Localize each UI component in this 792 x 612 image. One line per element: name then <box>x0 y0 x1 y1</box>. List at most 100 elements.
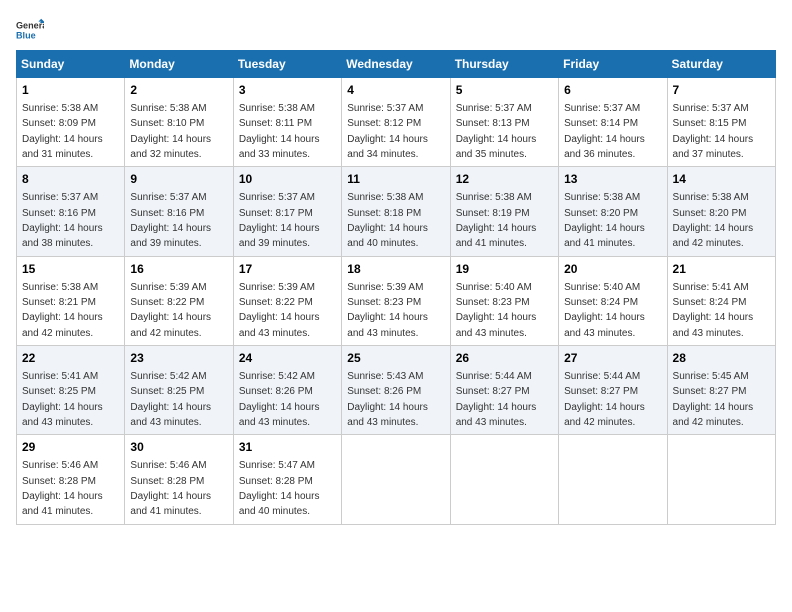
day-number: 9 <box>130 171 227 188</box>
day-info: Sunrise: 5:37 AMSunset: 8:16 PMDaylight:… <box>130 192 211 249</box>
day-info: Sunrise: 5:39 AMSunset: 8:22 PMDaylight:… <box>239 282 320 339</box>
calendar-cell: 10 Sunrise: 5:37 AMSunset: 8:17 PMDayligh… <box>233 167 341 256</box>
calendar-cell: 3 Sunrise: 5:38 AMSunset: 8:11 PMDaylight… <box>233 78 341 167</box>
logo: General Blue <box>16 16 44 44</box>
day-number: 22 <box>22 350 119 367</box>
day-info: Sunrise: 5:46 AMSunset: 8:28 PMDaylight:… <box>22 460 103 517</box>
day-number: 7 <box>673 82 770 99</box>
day-info: Sunrise: 5:38 AMSunset: 8:20 PMDaylight:… <box>673 192 754 249</box>
day-number: 5 <box>456 82 553 99</box>
calendar-cell <box>450 435 558 524</box>
calendar-header-wednesday: Wednesday <box>342 51 450 78</box>
day-info: Sunrise: 5:37 AMSunset: 8:12 PMDaylight:… <box>347 103 428 160</box>
day-number: 10 <box>239 171 336 188</box>
calendar-cell: 23 Sunrise: 5:42 AMSunset: 8:25 PMDayligh… <box>125 346 233 435</box>
day-number: 6 <box>564 82 661 99</box>
calendar-cell: 31 Sunrise: 5:47 AMSunset: 8:28 PMDayligh… <box>233 435 341 524</box>
calendar-cell: 14 Sunrise: 5:38 AMSunset: 8:20 PMDayligh… <box>667 167 775 256</box>
calendar-cell: 7Sunrise: 5:37 AMSunset: 8:15 PMDaylight… <box>667 78 775 167</box>
day-info: Sunrise: 5:46 AMSunset: 8:28 PMDaylight:… <box>130 460 211 517</box>
calendar-cell: 2 Sunrise: 5:38 AMSunset: 8:10 PMDaylight… <box>125 78 233 167</box>
calendar-cell: 6 Sunrise: 5:37 AMSunset: 8:14 PMDaylight… <box>559 78 667 167</box>
day-number: 20 <box>564 261 661 278</box>
calendar-cell: 12 Sunrise: 5:38 AMSunset: 8:19 PMDayligh… <box>450 167 558 256</box>
calendar-cell <box>559 435 667 524</box>
day-info: Sunrise: 5:37 AMSunset: 8:14 PMDaylight:… <box>564 103 645 160</box>
calendar-cell: 30 Sunrise: 5:46 AMSunset: 8:28 PMDayligh… <box>125 435 233 524</box>
day-number: 17 <box>239 261 336 278</box>
day-number: 25 <box>347 350 444 367</box>
day-number: 11 <box>347 171 444 188</box>
day-number: 23 <box>130 350 227 367</box>
calendar-header-tuesday: Tuesday <box>233 51 341 78</box>
calendar-cell: 17 Sunrise: 5:39 AMSunset: 8:22 PMDayligh… <box>233 256 341 345</box>
day-number: 18 <box>347 261 444 278</box>
calendar-cell: 20 Sunrise: 5:40 AMSunset: 8:24 PMDayligh… <box>559 256 667 345</box>
day-number: 13 <box>564 171 661 188</box>
calendar-cell: 24Sunrise: 5:42 AMSunset: 8:26 PMDayligh… <box>233 346 341 435</box>
day-number: 19 <box>456 261 553 278</box>
day-number: 12 <box>456 171 553 188</box>
day-number: 14 <box>673 171 770 188</box>
calendar-cell: 22 Sunrise: 5:41 AMSunset: 8:25 PMDayligh… <box>17 346 125 435</box>
calendar-cell <box>342 435 450 524</box>
calendar-row-0: 1Sunrise: 5:38 AMSunset: 8:09 PMDaylight… <box>17 78 776 167</box>
day-info: Sunrise: 5:38 AMSunset: 8:19 PMDaylight:… <box>456 192 537 249</box>
svg-text:Blue: Blue <box>16 30 36 40</box>
calendar-row-1: 8 Sunrise: 5:37 AMSunset: 8:16 PMDaylight… <box>17 167 776 256</box>
day-number: 29 <box>22 439 119 456</box>
day-number: 1 <box>22 82 119 99</box>
day-number: 26 <box>456 350 553 367</box>
calendar-header-saturday: Saturday <box>667 51 775 78</box>
calendar-cell: 19Sunrise: 5:40 AMSunset: 8:23 PMDayligh… <box>450 256 558 345</box>
day-info: Sunrise: 5:38 AMSunset: 8:20 PMDaylight:… <box>564 192 645 249</box>
day-info: Sunrise: 5:38 AMSunset: 8:11 PMDaylight:… <box>239 103 320 160</box>
day-info: Sunrise: 5:38 AMSunset: 8:21 PMDaylight:… <box>22 282 103 339</box>
calendar-cell: 9 Sunrise: 5:37 AMSunset: 8:16 PMDaylight… <box>125 167 233 256</box>
day-number: 3 <box>239 82 336 99</box>
day-number: 28 <box>673 350 770 367</box>
calendar-cell: 27 Sunrise: 5:44 AMSunset: 8:27 PMDayligh… <box>559 346 667 435</box>
day-number: 21 <box>673 261 770 278</box>
day-number: 8 <box>22 171 119 188</box>
calendar-cell: 16Sunrise: 5:39 AMSunset: 8:22 PMDayligh… <box>125 256 233 345</box>
calendar-cell: 26 Sunrise: 5:44 AMSunset: 8:27 PMDayligh… <box>450 346 558 435</box>
calendar-row-4: 29 Sunrise: 5:46 AMSunset: 8:28 PMDayligh… <box>17 435 776 524</box>
day-info: Sunrise: 5:41 AMSunset: 8:25 PMDaylight:… <box>22 371 103 428</box>
day-number: 24 <box>239 350 336 367</box>
day-number: 31 <box>239 439 336 456</box>
day-info: Sunrise: 5:39 AMSunset: 8:22 PMDaylight:… <box>130 282 211 339</box>
day-number: 4 <box>347 82 444 99</box>
calendar-cell: 18Sunrise: 5:39 AMSunset: 8:23 PMDayligh… <box>342 256 450 345</box>
page-header: General Blue <box>16 16 776 44</box>
day-number: 27 <box>564 350 661 367</box>
calendar-cell: 13 Sunrise: 5:38 AMSunset: 8:20 PMDayligh… <box>559 167 667 256</box>
calendar-cell <box>667 435 775 524</box>
day-info: Sunrise: 5:45 AMSunset: 8:27 PMDaylight:… <box>673 371 754 428</box>
logo-icon: General Blue <box>16 16 44 44</box>
calendar-row-2: 15 Sunrise: 5:38 AMSunset: 8:21 PMDayligh… <box>17 256 776 345</box>
day-info: Sunrise: 5:41 AMSunset: 8:24 PMDaylight:… <box>673 282 754 339</box>
day-info: Sunrise: 5:37 AMSunset: 8:17 PMDaylight:… <box>239 192 320 249</box>
calendar-header-thursday: Thursday <box>450 51 558 78</box>
calendar-header-row: SundayMondayTuesdayWednesdayThursdayFrid… <box>17 51 776 78</box>
day-number: 15 <box>22 261 119 278</box>
calendar-cell: 25Sunrise: 5:43 AMSunset: 8:26 PMDayligh… <box>342 346 450 435</box>
day-info: Sunrise: 5:44 AMSunset: 8:27 PMDaylight:… <box>564 371 645 428</box>
day-info: Sunrise: 5:44 AMSunset: 8:27 PMDaylight:… <box>456 371 537 428</box>
calendar-cell: 5Sunrise: 5:37 AMSunset: 8:13 PMDaylight… <box>450 78 558 167</box>
day-info: Sunrise: 5:47 AMSunset: 8:28 PMDaylight:… <box>239 460 320 517</box>
day-info: Sunrise: 5:40 AMSunset: 8:24 PMDaylight:… <box>564 282 645 339</box>
calendar-header-monday: Monday <box>125 51 233 78</box>
calendar-cell: 21 Sunrise: 5:41 AMSunset: 8:24 PMDayligh… <box>667 256 775 345</box>
calendar-cell: 1Sunrise: 5:38 AMSunset: 8:09 PMDaylight… <box>17 78 125 167</box>
calendar-cell: 15 Sunrise: 5:38 AMSunset: 8:21 PMDayligh… <box>17 256 125 345</box>
day-info: Sunrise: 5:38 AMSunset: 8:10 PMDaylight:… <box>130 103 211 160</box>
day-number: 2 <box>130 82 227 99</box>
day-info: Sunrise: 5:38 AMSunset: 8:18 PMDaylight:… <box>347 192 428 249</box>
calendar-cell: 28 Sunrise: 5:45 AMSunset: 8:27 PMDayligh… <box>667 346 775 435</box>
calendar-row-3: 22 Sunrise: 5:41 AMSunset: 8:25 PMDayligh… <box>17 346 776 435</box>
day-number: 30 <box>130 439 227 456</box>
day-info: Sunrise: 5:42 AMSunset: 8:25 PMDaylight:… <box>130 371 211 428</box>
calendar-cell: 29 Sunrise: 5:46 AMSunset: 8:28 PMDayligh… <box>17 435 125 524</box>
